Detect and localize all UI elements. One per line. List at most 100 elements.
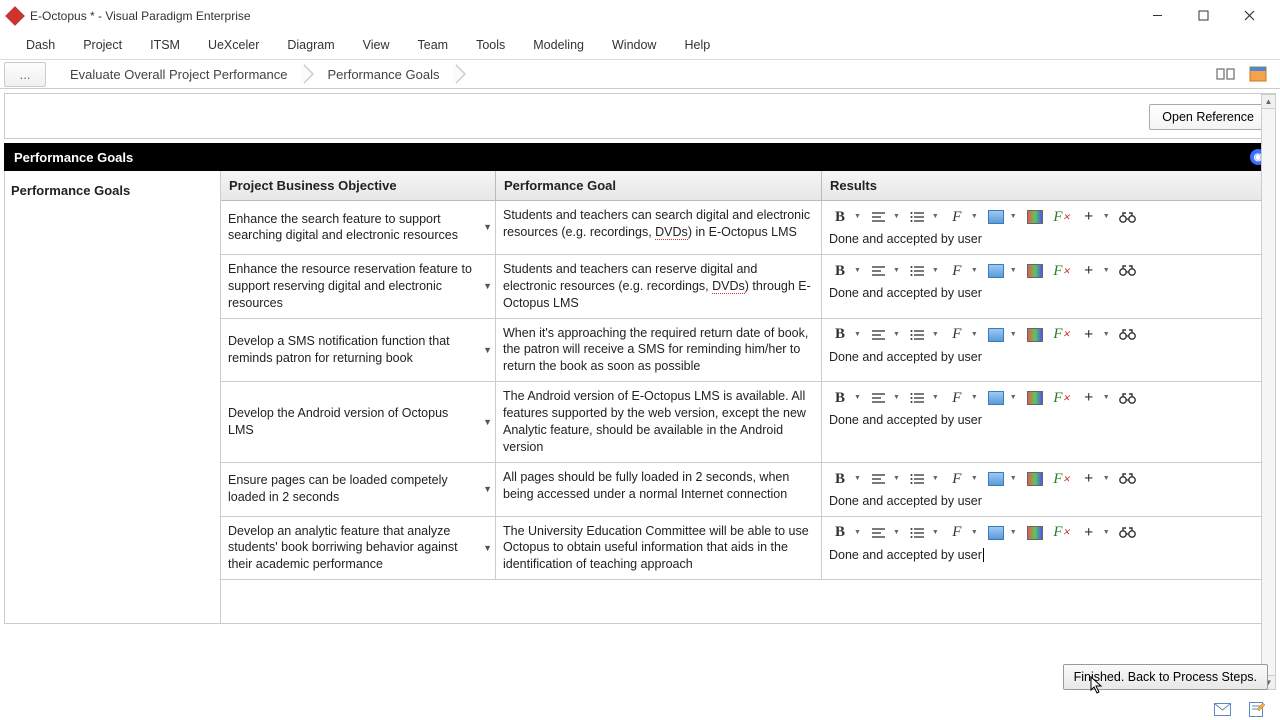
scroll-up-icon[interactable]: ▲	[1261, 94, 1276, 109]
cell-objective[interactable]: Ensure pages can be loaded competely loa…	[221, 463, 496, 516]
chevron-down-icon[interactable]: ▼	[483, 344, 492, 356]
dropdown-icon[interactable]: ▼	[893, 330, 900, 339]
cell-objective[interactable]: Enhance the search feature to support se…	[221, 201, 496, 254]
bold-icon[interactable]: B	[829, 469, 851, 489]
menu-project[interactable]: Project	[69, 38, 136, 52]
vertical-scrollbar[interactable]: ▲ ▼	[1261, 94, 1276, 690]
clear-format-icon[interactable]: F✕	[1051, 388, 1073, 408]
dropdown-icon[interactable]: ▼	[854, 474, 861, 483]
cell-results[interactable]: B▼ ▼ ▼ F▼ ▼ F✕ +▼ Done and accepted by u…	[822, 382, 1275, 462]
cell-results[interactable]: B▼ ▼ ▼ F▼ ▼ F✕ +▼ Done and accepted by u…	[822, 255, 1275, 318]
dropdown-icon[interactable]: ▼	[893, 212, 900, 221]
cell-results[interactable]: B▼ ▼ ▼ F▼ ▼ F✕ +▼ Done and accepted by u…	[822, 463, 1275, 516]
menu-modeling[interactable]: Modeling	[519, 38, 598, 52]
dropdown-icon[interactable]: ▼	[893, 393, 900, 402]
add-icon[interactable]: +	[1078, 207, 1100, 227]
font-icon[interactable]: F	[946, 261, 968, 281]
dropdown-icon[interactable]: ▼	[1010, 528, 1017, 537]
menu-diagram[interactable]: Diagram	[273, 38, 348, 52]
list-icon[interactable]	[907, 261, 929, 281]
dropdown-icon[interactable]: ▼	[1103, 393, 1110, 402]
clear-format-icon[interactable]: F✕	[1051, 469, 1073, 489]
dropdown-icon[interactable]: ▼	[971, 212, 978, 221]
cell-goal[interactable]: Students and teachers can reserve digita…	[496, 255, 822, 318]
dropdown-icon[interactable]: ▼	[932, 266, 939, 275]
menu-uexceler[interactable]: UeXceler	[194, 38, 273, 52]
font-icon[interactable]: F	[946, 325, 968, 345]
table-insert-icon[interactable]	[985, 523, 1007, 543]
find-icon[interactable]	[1117, 523, 1139, 543]
add-icon[interactable]: +	[1078, 469, 1100, 489]
table-insert-icon[interactable]	[985, 388, 1007, 408]
color-icon[interactable]	[1024, 469, 1046, 489]
dropdown-icon[interactable]: ▼	[854, 266, 861, 275]
dropdown-icon[interactable]: ▼	[932, 330, 939, 339]
cell-goal[interactable]: When it's approaching the required retur…	[496, 319, 822, 382]
minimize-button[interactable]	[1134, 0, 1180, 31]
dropdown-icon[interactable]: ▼	[971, 528, 978, 537]
scroll-track[interactable]	[1261, 109, 1276, 675]
dropdown-icon[interactable]: ▼	[1010, 266, 1017, 275]
dropdown-icon[interactable]: ▼	[971, 474, 978, 483]
open-reference-button[interactable]: Open Reference	[1149, 104, 1267, 130]
table-insert-icon[interactable]	[985, 261, 1007, 281]
bold-icon[interactable]: B	[829, 523, 851, 543]
align-icon[interactable]	[868, 261, 890, 281]
clear-format-icon[interactable]: F✕	[1051, 207, 1073, 227]
dropdown-icon[interactable]: ▼	[854, 330, 861, 339]
cell-objective[interactable]: Develop an analytic feature that analyze…	[221, 517, 496, 580]
cell-objective[interactable]: Develop the Android version of Octopus L…	[221, 382, 496, 462]
align-icon[interactable]	[868, 523, 890, 543]
dropdown-icon[interactable]: ▼	[971, 393, 978, 402]
dropdown-icon[interactable]: ▼	[1103, 266, 1110, 275]
add-icon[interactable]: +	[1078, 325, 1100, 345]
menu-itsm[interactable]: ITSM	[136, 38, 194, 52]
dropdown-icon[interactable]: ▼	[893, 528, 900, 537]
color-icon[interactable]	[1024, 325, 1046, 345]
list-icon[interactable]	[907, 325, 929, 345]
cell-results[interactable]: B▼ ▼ ▼ F▼ ▼ F✕ +▼ Done and accepted by u…	[822, 201, 1275, 254]
dropdown-icon[interactable]: ▼	[1010, 393, 1017, 402]
cell-objective[interactable]: Develop a SMS notification function that…	[221, 319, 496, 382]
find-icon[interactable]	[1117, 388, 1139, 408]
close-button[interactable]	[1226, 0, 1272, 31]
dropdown-icon[interactable]: ▼	[893, 474, 900, 483]
chevron-down-icon[interactable]: ▼	[483, 280, 492, 292]
clear-format-icon[interactable]: F✕	[1051, 261, 1073, 281]
align-icon[interactable]	[868, 325, 890, 345]
dropdown-icon[interactable]: ▼	[1010, 212, 1017, 221]
dropdown-icon[interactable]: ▼	[1010, 474, 1017, 483]
chevron-down-icon[interactable]: ▼	[483, 416, 492, 428]
dropdown-icon[interactable]: ▼	[854, 393, 861, 402]
find-icon[interactable]	[1117, 325, 1139, 345]
menu-team[interactable]: Team	[404, 38, 463, 52]
dropdown-icon[interactable]: ▼	[971, 330, 978, 339]
font-icon[interactable]: F	[946, 523, 968, 543]
table-insert-icon[interactable]	[985, 469, 1007, 489]
chevron-down-icon[interactable]: ▼	[483, 542, 492, 554]
mail-icon[interactable]	[1214, 702, 1231, 717]
chevron-down-icon[interactable]: ▼	[483, 483, 492, 495]
menu-help[interactable]: Help	[670, 38, 724, 52]
bold-icon[interactable]: B	[829, 261, 851, 281]
breadcrumb-item-0[interactable]: Evaluate Overall Project Performance	[48, 62, 305, 87]
align-icon[interactable]	[868, 207, 890, 227]
dropdown-icon[interactable]: ▼	[1103, 474, 1110, 483]
cell-goal[interactable]: The Android version of E-Octopus LMS is …	[496, 382, 822, 462]
cell-goal[interactable]: All pages should be fully loaded in 2 se…	[496, 463, 822, 516]
chevron-down-icon[interactable]: ▼	[483, 221, 492, 233]
list-icon[interactable]	[907, 523, 929, 543]
menu-tools[interactable]: Tools	[462, 38, 519, 52]
list-icon[interactable]	[907, 469, 929, 489]
breadcrumb-overflow[interactable]: ...	[4, 62, 46, 87]
table-insert-icon[interactable]	[985, 207, 1007, 227]
font-icon[interactable]: F	[946, 207, 968, 227]
edit-note-icon[interactable]	[1249, 702, 1266, 717]
color-icon[interactable]	[1024, 207, 1046, 227]
layout-icon[interactable]	[1214, 63, 1238, 85]
dropdown-icon[interactable]: ▼	[854, 528, 861, 537]
add-icon[interactable]: +	[1078, 388, 1100, 408]
breadcrumb-item-1[interactable]: Performance Goals	[305, 62, 457, 87]
dropdown-icon[interactable]: ▼	[932, 393, 939, 402]
bold-icon[interactable]: B	[829, 325, 851, 345]
